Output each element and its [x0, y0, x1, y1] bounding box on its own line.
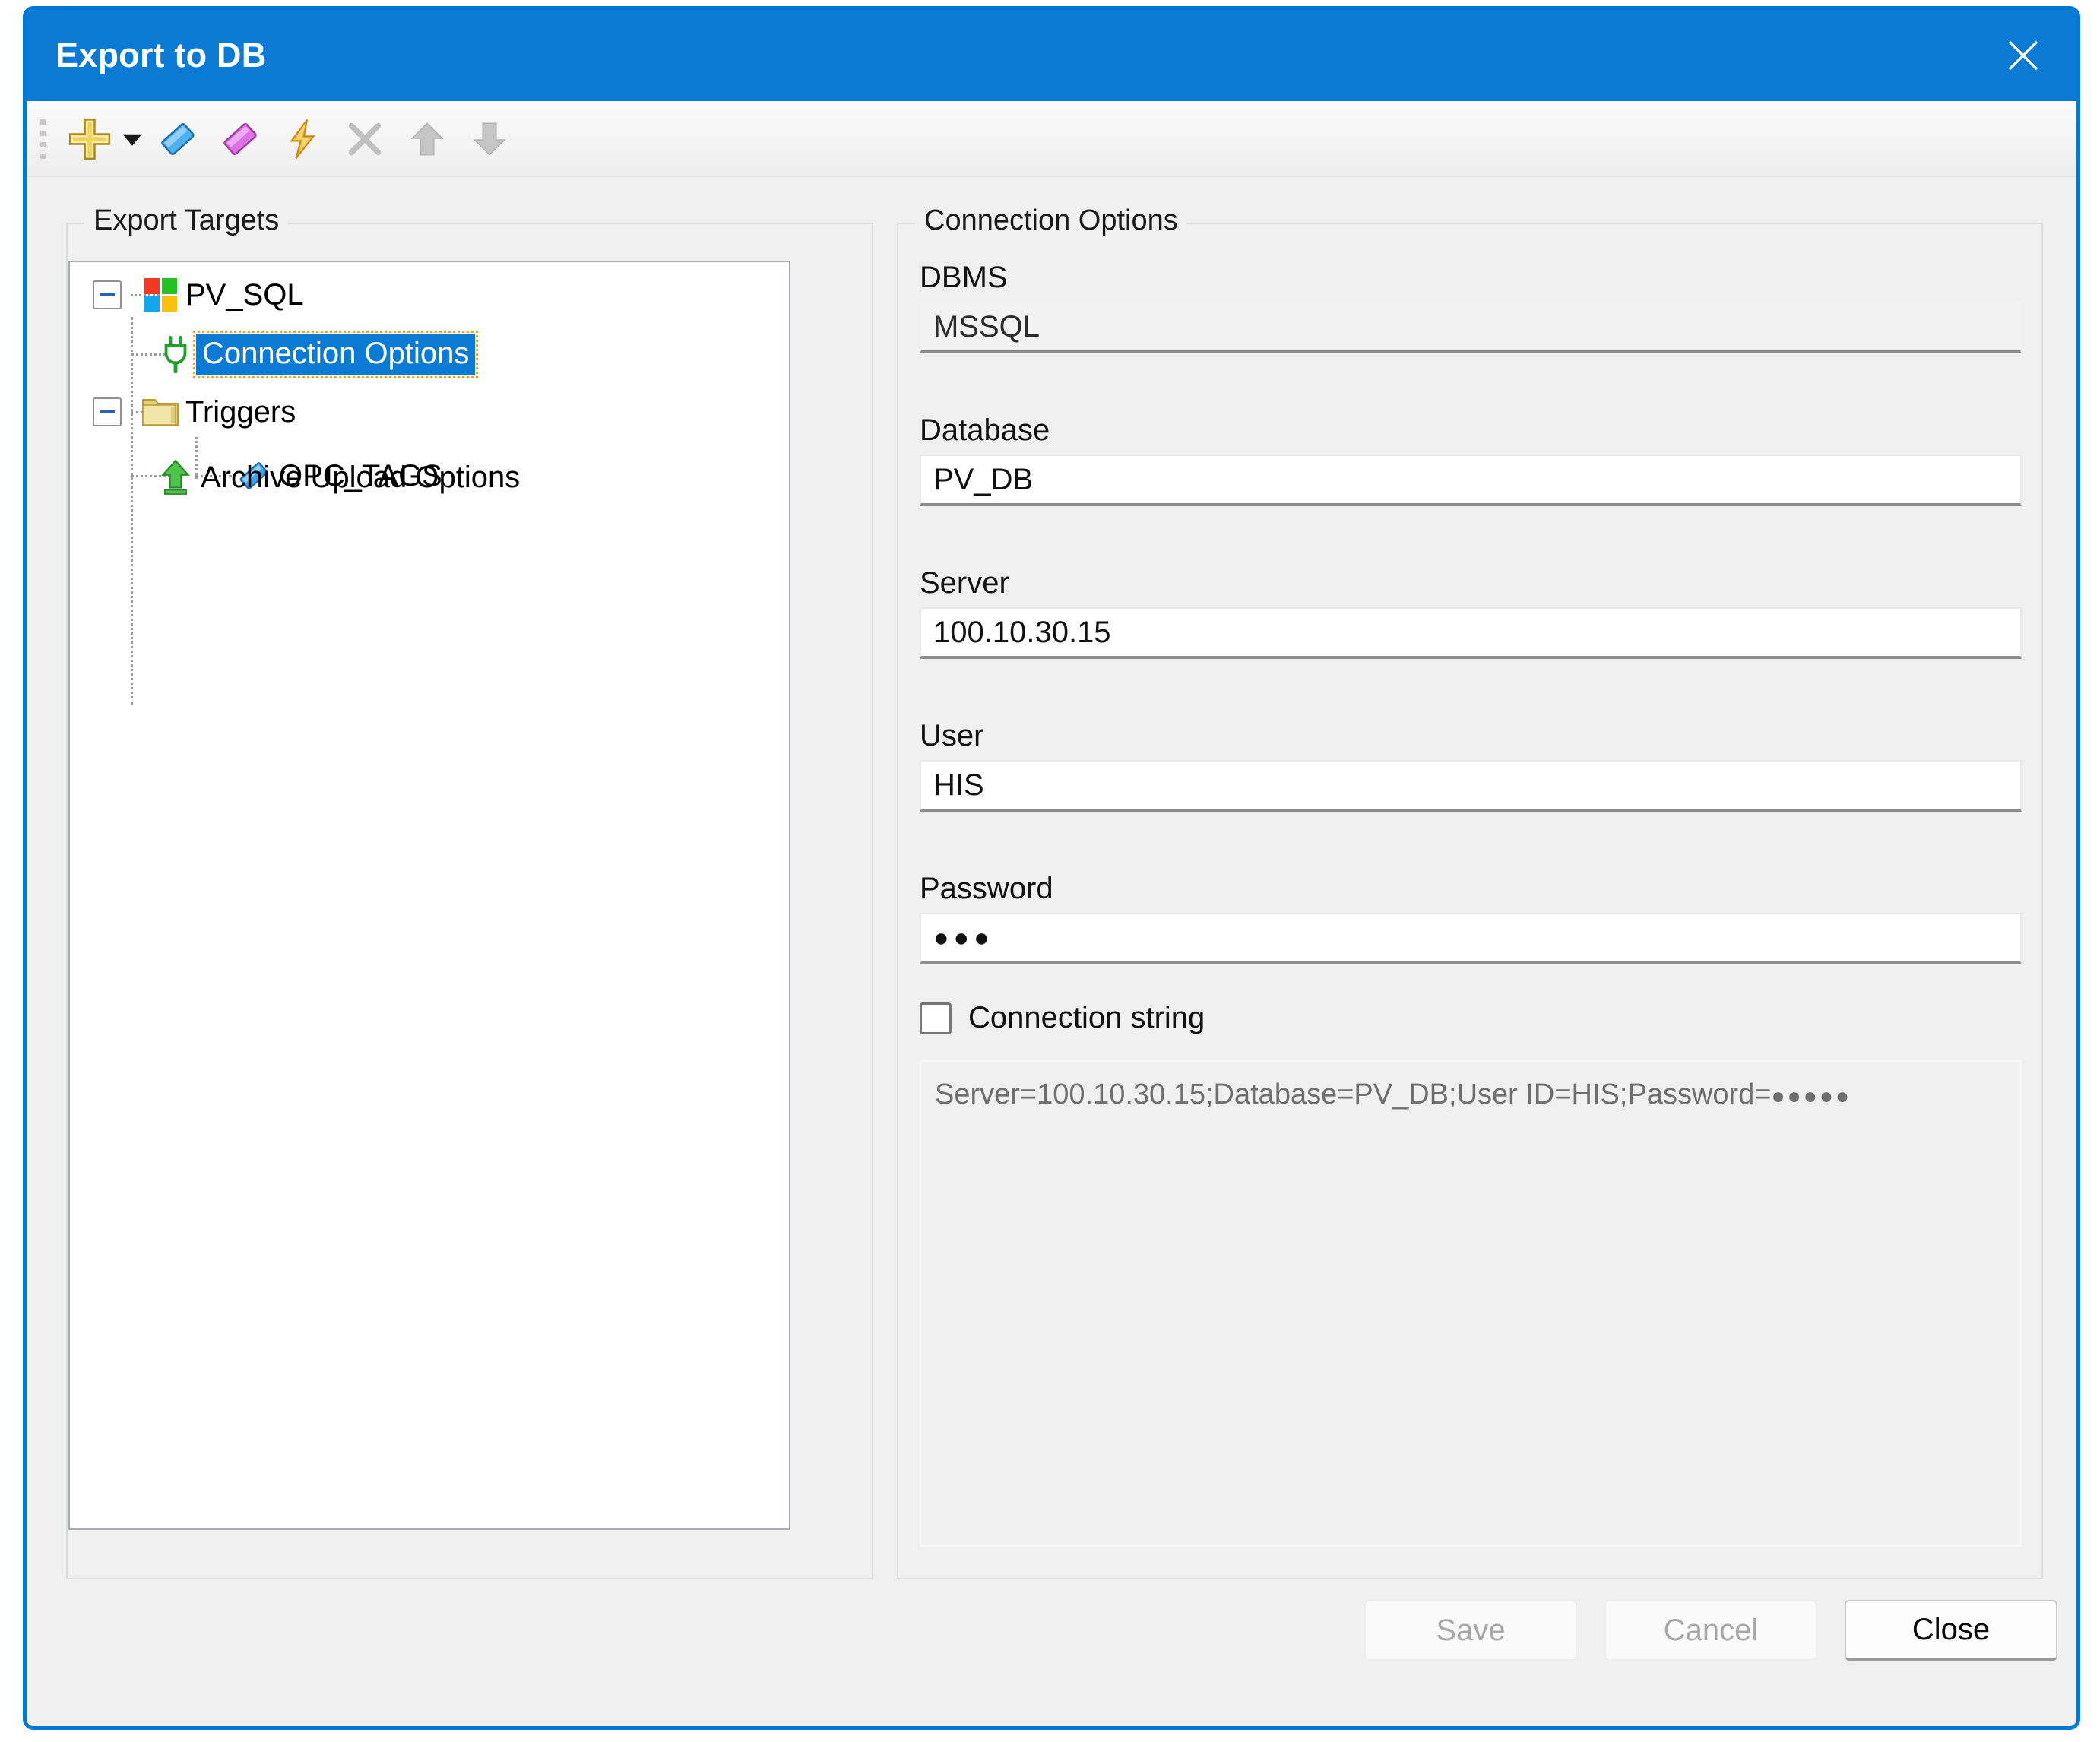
server-field[interactable]: 100.10.30.15 [920, 607, 2022, 659]
tree-item-triggers[interactable]: Triggers [93, 388, 300, 436]
add-dropdown-button[interactable] [121, 108, 147, 170]
chevron-down-icon [121, 128, 144, 150]
database-label: Database [920, 413, 1050, 448]
plug-icon [155, 334, 196, 375]
window-title: Export to DB [55, 36, 266, 75]
connection-options-legend: Connection Options [915, 204, 1187, 237]
password-field[interactable]: ●●● [920, 913, 2022, 964]
connection-string-prefix: Server=100.10.30.15;Database=PV_DB;User … [935, 1078, 1772, 1110]
connection-string-checkbox-row[interactable]: Connection string [920, 1001, 1205, 1035]
dbms-label: DBMS [920, 261, 1008, 295]
connection-string-textarea: Server=100.10.30.15;Database=PV_DB;User … [920, 1060, 2022, 1547]
pink-diamond-icon [218, 117, 262, 161]
expander-pv-sql[interactable] [93, 280, 122, 309]
close-button[interactable]: Close [1845, 1600, 2057, 1661]
dialog-footer: Save Cancel Close [27, 1582, 2076, 1726]
export-targets-tree[interactable]: PV_SQL Connection Options [68, 261, 790, 1530]
cancel-button: Cancel [1604, 1600, 1817, 1661]
green-up-arrow-icon [155, 457, 196, 498]
save-button: Save [1364, 1600, 1577, 1661]
add-tag-button[interactable] [209, 108, 271, 170]
database-field[interactable]: PV_DB [920, 455, 2022, 506]
ms-squares-icon [140, 274, 181, 315]
lightning-bolt-icon [280, 117, 325, 161]
tree-item-label-archive-upload-options: Archive Upload Options [196, 461, 524, 495]
tree-item-label-pv-sql: PV_SQL [181, 278, 309, 312]
arrow-down-icon [470, 118, 509, 160]
password-label: Password [920, 872, 1053, 906]
tree-item-label-connection-options: Connection Options [196, 334, 475, 375]
tree-item-label-triggers: Triggers [181, 395, 300, 429]
connection-string-checkbox[interactable] [920, 1002, 952, 1034]
server-label: Server [920, 566, 1009, 600]
password-masked-value: ●●● [933, 925, 994, 951]
x-icon [344, 118, 386, 160]
arrow-up-icon [407, 118, 447, 160]
toolbar-grip[interactable] [36, 116, 49, 162]
expander-triggers[interactable] [93, 397, 122, 426]
export-targets-group: Export Targets [66, 223, 873, 1579]
user-field[interactable]: HIS [920, 760, 2022, 812]
blue-diamond-icon [156, 117, 200, 161]
dbms-field: MSSQL [920, 302, 2022, 353]
title-bar: Export to DB [27, 10, 2076, 101]
close-icon [2003, 35, 2044, 76]
tree-item-pv-sql[interactable]: PV_SQL [93, 271, 309, 318]
user-label: User [920, 719, 983, 753]
delete-button [334, 108, 396, 170]
move-up-button [396, 108, 458, 170]
toolbar [27, 101, 2076, 177]
test-connection-button[interactable] [271, 108, 334, 170]
add-button[interactable] [59, 108, 121, 170]
export-targets-legend: Export Targets [84, 204, 288, 237]
connection-string-checkbox-label: Connection string [968, 1001, 1205, 1035]
tree-item-archive-upload-options[interactable]: Archive Upload Options [155, 454, 524, 501]
tree-item-connection-options[interactable]: Connection Options [155, 331, 475, 378]
tree-connector-vertical-root [131, 317, 133, 705]
move-down-button [458, 108, 521, 170]
folder-icon [140, 391, 181, 432]
add-trigger-button[interactable] [147, 108, 209, 170]
plus-icon [66, 116, 113, 163]
connection-string-masked-password: ●●●●● [1772, 1084, 1852, 1109]
window-close-button[interactable] [1970, 10, 2076, 101]
export-to-db-dialog: Export to DB [23, 6, 2080, 1730]
connection-options-group: Connection Options DBMS MSSQL Database P… [897, 223, 2043, 1579]
